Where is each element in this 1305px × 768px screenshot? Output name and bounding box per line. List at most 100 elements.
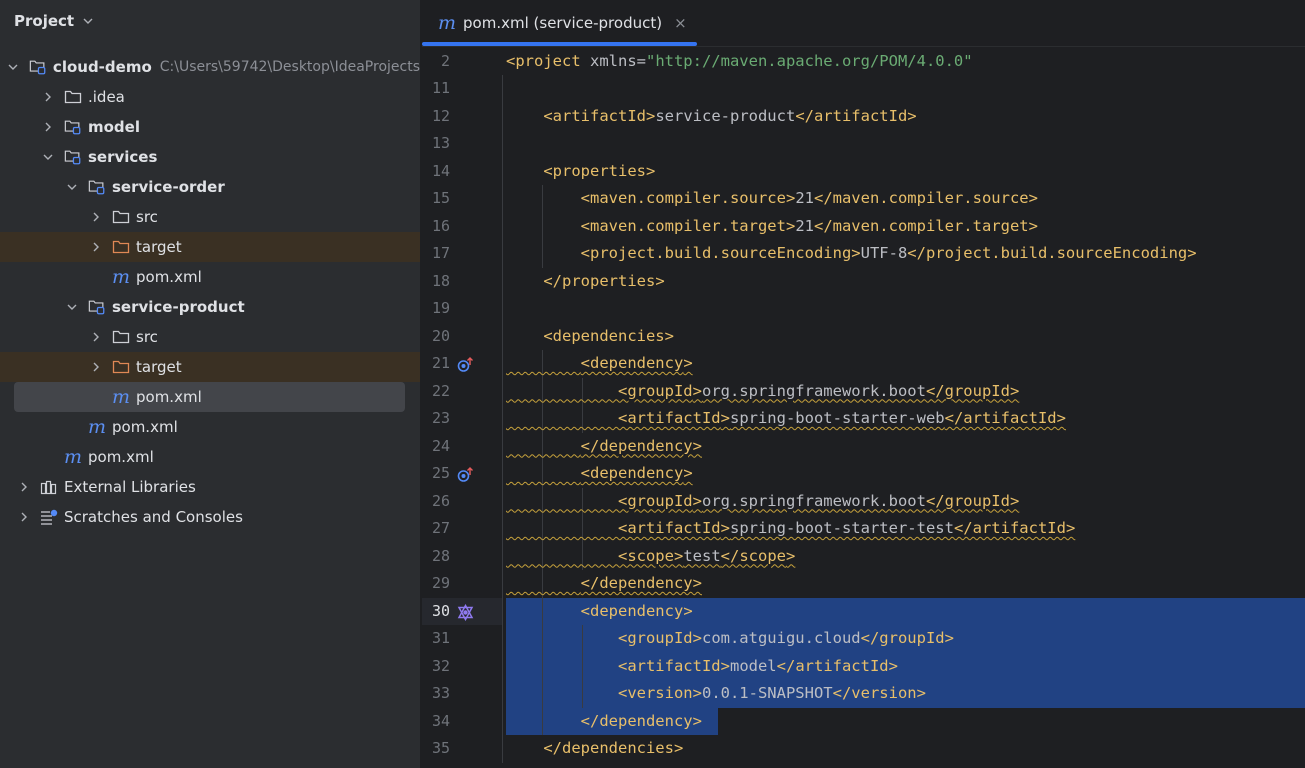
code-line[interactable]: 17 <project.build.sourceEncoding>UTF-8</… [422,240,1305,268]
module-folder-icon [64,118,82,136]
gutter[interactable]: 33 [422,680,502,708]
gutter[interactable]: 23 [422,405,502,433]
code-line[interactable]: 21 <dependency> [422,350,1305,378]
gutter[interactable]: 32 [422,653,502,681]
code-area[interactable]: 2 <project xmlns="http://maven.apache.org… [422,46,1305,768]
code-line[interactable]: 34 </dependency> [422,708,1305,736]
gutter[interactable]: 12 [422,103,502,131]
code-line[interactable]: 18 </properties> [422,268,1305,296]
line-number: 20 [431,326,450,345]
code-line[interactable]: 16 <maven.compiler.target>21</maven.comp… [422,213,1305,241]
code-line[interactable]: 12 <artifactId>service-product</artifact… [422,103,1305,131]
code-line[interactable]: 32 <artifactId>model</artifactId> [422,653,1305,681]
tree-item[interactable]: target [0,232,420,262]
line-number: 23 [431,409,450,427]
chevron-down-icon[interactable] [5,59,21,75]
gutter[interactable]: 25 [422,460,502,488]
line-number: 17 [431,244,450,262]
code-line[interactable]: 2 <project xmlns="http://maven.apache.org… [422,48,1305,76]
tree-item[interactable]: Scratches and Consoles [0,502,420,532]
tree-item[interactable]: m pom.xml [0,442,420,472]
gutter[interactable]: 16 [422,213,502,241]
maven-sync-icon[interactable] [457,603,474,621]
tree-item[interactable]: service-product [0,292,420,322]
tree-item[interactable]: cloud-demo C:\Users\59742\Desktop\IdeaPro… [0,52,420,82]
code-line[interactable]: 30 <dependency> [422,597,1305,626]
chevron-right-icon[interactable] [16,479,32,495]
gutter[interactable]: 30 [422,598,502,626]
gutter[interactable]: 29 [422,570,502,598]
code-line[interactable]: 33 <version>0.0.1-SNAPSHOT</version> [422,680,1305,708]
gutter[interactable]: 22 [422,378,502,406]
code-line[interactable]: 13 [422,130,1305,158]
code-line[interactable]: 14 <properties> [422,158,1305,186]
module-folder-icon [29,58,47,76]
chevron-right-icon[interactable] [88,209,104,225]
chevron-down-icon[interactable] [64,179,80,195]
tree-item[interactable]: target [0,352,420,382]
code-line[interactable]: 20 <dependencies> [422,323,1305,351]
tree-item[interactable]: .idea [0,82,420,112]
code-line[interactable]: 11 [422,75,1305,103]
override-icon[interactable] [457,355,474,372]
close-icon[interactable]: × [674,14,687,32]
gutter[interactable]: 20 [422,323,502,351]
tree-item[interactable]: src [0,202,420,232]
code-line[interactable]: 29 </dependency> [422,570,1305,598]
project-view-selector[interactable]: Project [14,10,96,32]
tab-pom-xml-service-product[interactable]: m pom.xml (service-product) × [422,0,697,46]
chevron-right-icon[interactable] [88,329,104,345]
gutter[interactable]: 13 [422,130,502,158]
code-line[interactable]: 25 <dependency> [422,460,1305,488]
tree-item[interactable]: service-order [0,172,420,202]
code-line[interactable]: 22 <groupId>org.springframework.boot</gr… [422,378,1305,406]
chevron-right-icon[interactable] [16,509,32,525]
tree-item[interactable]: External Libraries [0,472,420,502]
module-folder-icon [88,298,106,316]
chevron-right-icon[interactable] [40,89,56,105]
gutter[interactable]: 35 [422,735,502,763]
tree-item[interactable]: src [0,322,420,352]
code-line[interactable]: 19 [422,295,1305,323]
gutter[interactable]: 34 [422,708,502,736]
gutter[interactable]: 26 [422,488,502,516]
gutter[interactable]: 21 [422,350,502,378]
gutter[interactable]: 11 [422,75,502,103]
gutter[interactable]: 19 [422,295,502,323]
chevron-down-icon[interactable] [64,299,80,315]
gutter[interactable]: 14 [422,158,502,186]
code-line[interactable]: 31 <groupId>com.atguigu.cloud</groupId> [422,625,1305,653]
code-text: <project.build.sourceEncoding>UTF-8</pro… [580,244,1197,262]
gutter[interactable]: 15 [422,185,502,213]
chevron-right-icon[interactable] [88,239,104,255]
editor-tab-bar: m pom.xml (service-product) × [422,0,1305,47]
tree-item[interactable]: model [0,112,420,142]
override-icon[interactable] [457,465,474,482]
line-number: 15 [431,189,450,207]
chevron-right-icon[interactable] [40,119,56,135]
tree-item[interactable]: m pom.xml [0,412,420,442]
code-line[interactable]: 35 </dependencies> [422,735,1305,763]
code-line[interactable]: 15 <maven.compiler.source>21</maven.comp… [422,185,1305,213]
gutter[interactable]: 28 [422,543,502,571]
gutter[interactable]: 27 [422,515,502,543]
code-text: <properties> [543,161,656,180]
gutter[interactable]: 18 [422,268,502,296]
tree-item-label: pom.xml [136,388,202,406]
code-line[interactable]: 26 <groupId>org.springframework.boot</gr… [422,488,1305,516]
chevron-down-icon[interactable] [40,149,56,165]
code-line[interactable]: 27 <artifactId>spring-boot-starter-test<… [422,515,1305,543]
gutter[interactable]: 2 [422,48,502,76]
tree-item[interactable]: services [0,142,420,172]
gutter[interactable]: 17 [422,240,502,268]
tree-item[interactable]: m pom.xml [0,382,420,412]
tree-item-label: Scratches and Consoles [64,508,243,526]
code-line[interactable]: 28 <scope>test</scope> [422,543,1305,571]
tree-item[interactable]: m pom.xml [0,262,420,292]
code-line[interactable]: 23 <artifactId>spring-boot-starter-web</… [422,405,1305,433]
code-text: </dependency> [580,574,702,592]
gutter[interactable]: 31 [422,625,502,653]
gutter[interactable]: 24 [422,433,502,461]
chevron-right-icon[interactable] [88,359,104,375]
code-line[interactable]: 24 </dependency> [422,433,1305,461]
